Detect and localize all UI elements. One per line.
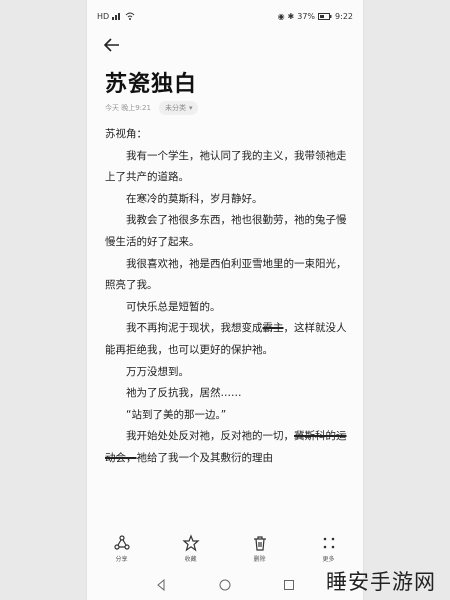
- category-label: 未分类: [164, 104, 186, 112]
- share-icon: [113, 534, 130, 550]
- favorite-label: 收藏: [184, 555, 197, 563]
- share-label: 分享: [115, 555, 128, 563]
- clock: 9:22: [335, 11, 353, 21]
- category-dropdown[interactable]: 未分类 ▾: [158, 101, 199, 115]
- battery-percent: 37%: [297, 11, 316, 21]
- paragraph: 万万没想到。: [126, 365, 189, 378]
- status-bar: HD ◉ ✱ 37% 9:22: [97, 8, 353, 24]
- watermark-text: 睡安手游网: [326, 570, 436, 594]
- share-button[interactable]: 分享: [97, 534, 147, 563]
- text-run: 我开始处处反对祂，反对祂的一切，: [126, 430, 294, 443]
- trash-icon: [253, 535, 266, 551]
- delete-label: 删除: [253, 555, 266, 563]
- paragraph: 我很喜欢祂，祂是西伯利亚雪地里的一束阳光，照亮了我。: [105, 257, 347, 292]
- phone-screen: HD ◉ ✱ 37% 9:22 苏瓷独白 今天 晚上9:21 未分类 ▾ 苏视角…: [87, 0, 363, 600]
- caret-down-icon: ▾: [188, 104, 193, 112]
- signal-icon: [112, 13, 121, 20]
- nav-home-icon[interactable]: [219, 579, 231, 591]
- favorite-button[interactable]: 收藏: [166, 533, 216, 563]
- nav-back-icon[interactable]: [155, 579, 167, 591]
- paragraph: 我有一个学生，祂认同了我的主义，我带领祂走上了共产的道路。: [105, 149, 347, 184]
- paragraph: 我开始处处反对祂，反对祂的一切，冀斯科的运动会，祂给了我一个及其敷衍的理由: [105, 426, 349, 469]
- system-nav-bar: [87, 574, 363, 596]
- more-label: 更多: [322, 555, 335, 563]
- bluetooth-icon: ✱: [287, 11, 295, 21]
- battery-icon: [318, 12, 332, 20]
- star-icon: [181, 533, 200, 551]
- eye-icon: ◉: [277, 11, 285, 21]
- delete-button[interactable]: 删除: [235, 534, 285, 563]
- paragraph: 可快乐总是短暂的。: [126, 300, 221, 313]
- text-run: 我不再拘泥于现状，我想变成: [126, 322, 263, 335]
- more-dots-icon: [323, 537, 334, 548]
- back-button[interactable]: [103, 36, 125, 58]
- note-timestamp: 今天 晚上9:21: [105, 104, 151, 112]
- paragraph: 祂为了反抗我，居然……: [126, 387, 242, 400]
- paragraph: “站到了美的那一边。”: [126, 408, 227, 421]
- nav-recents-icon[interactable]: [283, 579, 295, 591]
- note-body[interactable]: 苏视角： 我有一个学生，祂认同了我的主义，我带领祂走上了共产的道路。 在寒冷的莫…: [105, 124, 349, 470]
- arrow-left-icon: [103, 38, 119, 52]
- note-title[interactable]: 苏瓷独白: [105, 66, 197, 98]
- more-button[interactable]: 更多: [304, 534, 354, 563]
- paragraph: 我教会了祂很多东西，祂也很勤劳，祂的兔子慢慢生活的好了起来。: [105, 214, 347, 248]
- wifi-icon: [125, 12, 135, 20]
- bottom-toolbar: 分享 收藏 删除 更多: [87, 526, 363, 570]
- struck-text: 霸主: [262, 322, 284, 335]
- status-left: HD: [97, 12, 135, 21]
- signal-label: HD: [97, 11, 110, 21]
- paragraph: 苏视角：: [105, 128, 147, 140]
- text-run: 祂给了我一个及其敷衍的理由: [136, 451, 274, 464]
- note-meta: 今天 晚上9:21 未分类 ▾: [105, 101, 199, 115]
- status-right: ◉ ✱ 37% 9:22: [278, 12, 353, 21]
- paragraph: 我不再拘泥于现状，我想变成霸主，这样就没人能再拒绝我，也可以更好的保护祂。: [105, 318, 349, 361]
- paragraph: 在寒冷的莫斯科，岁月静好。: [126, 192, 263, 205]
